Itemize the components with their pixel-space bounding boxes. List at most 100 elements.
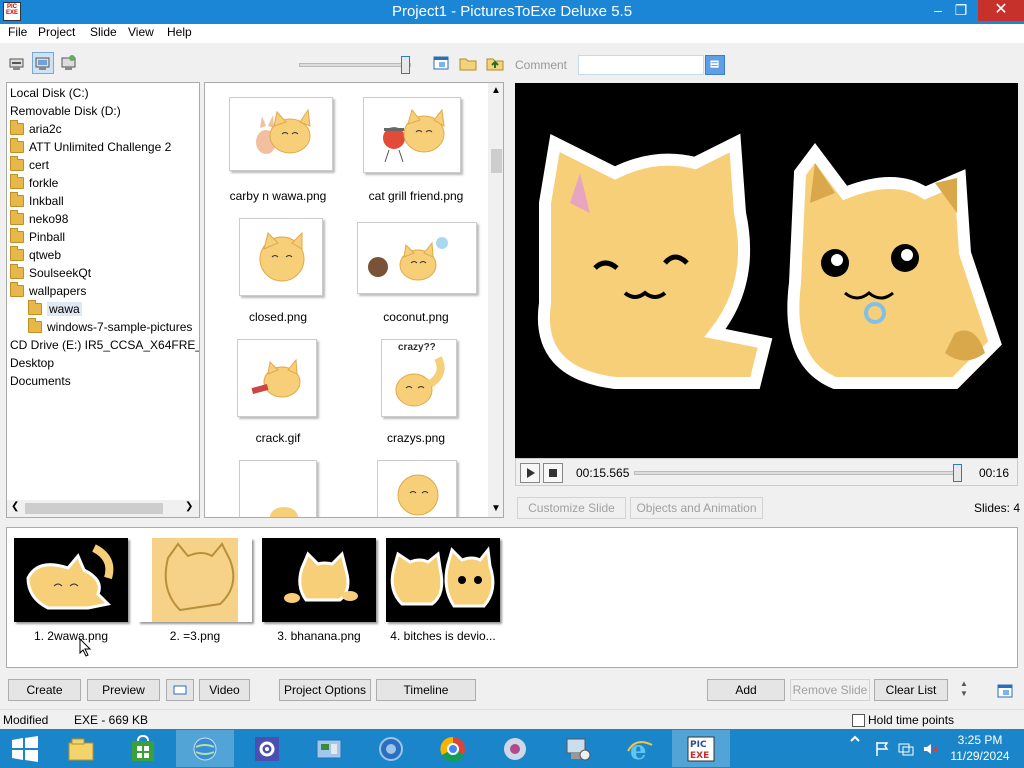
video-button[interactable]: Video [199, 679, 250, 701]
taskbar-control-panel[interactable] [300, 730, 358, 767]
thumbnail-grid[interactable]: carby n wawa.png cat grill friend.png cl… [204, 82, 504, 518]
view-details-icon[interactable] [58, 52, 80, 74]
tree-item-wawa[interactable]: wawa [28, 300, 82, 318]
tree-horizontal-scrollbar[interactable]: ❮ ❯ [7, 500, 199, 517]
play-button[interactable] [520, 463, 540, 483]
tree-item-pinball[interactable]: Pinball [10, 228, 65, 246]
project-options-button[interactable]: Project Options [279, 679, 371, 701]
view-thumbnails-icon[interactable] [32, 52, 54, 74]
volume-muted-icon[interactable] [922, 741, 938, 757]
menu-project[interactable]: Project [38, 25, 75, 39]
preview-button[interactable]: Preview [87, 679, 160, 701]
customize-slide-button[interactable]: Customize Slide [517, 497, 626, 519]
thumbnail-item[interactable]: coconut.png [351, 218, 481, 330]
menu-file[interactable]: File [8, 25, 27, 39]
tree-item-aria2c[interactable]: aria2c [10, 120, 62, 138]
scroll-right-icon[interactable]: ❯ [185, 501, 193, 512]
taskbar-settings[interactable] [238, 730, 296, 767]
taskbar-device-manager[interactable] [548, 730, 606, 767]
thumbnail-image-partial[interactable] [377, 460, 457, 517]
stop-button[interactable] [543, 463, 563, 483]
tree-item-cd-drive[interactable]: CD Drive (E:) IR5_CCSA_X64FRE_EN- [10, 336, 199, 354]
slide-item[interactable]: 4. bitches is devio... [386, 538, 500, 648]
tree-item-inkball[interactable]: Inkball [10, 192, 64, 210]
close-button[interactable]: ✕ [978, 0, 1024, 21]
tree-item-wallpapers[interactable]: wallpapers [10, 282, 86, 300]
zoom-slider-thumb[interactable] [401, 56, 410, 74]
timeline-button[interactable]: Timeline [376, 679, 476, 701]
scroll-up-icon[interactable]: ▲ [491, 85, 501, 96]
objects-animation-button[interactable]: Objects and Animation [630, 497, 763, 519]
tree-item-att[interactable]: ATT Unlimited Challenge 2 [10, 138, 171, 156]
open-folder-icon[interactable] [457, 52, 479, 74]
taskbar-file-explorer[interactable] [52, 730, 110, 767]
seek-thumb[interactable] [953, 464, 962, 482]
tree-item-qtweb[interactable]: qtweb [10, 246, 61, 264]
seek-track[interactable] [634, 471, 957, 475]
taskbar-picturestoexe[interactable]: PIC EXE [672, 730, 730, 767]
clock-time[interactable]: 3:25 PM [940, 733, 1020, 747]
flag-icon[interactable] [874, 741, 890, 757]
slide-list[interactable]: 1. 2wawa.png 2. =3.png 3. bhanana.png 4.… [6, 527, 1018, 668]
thumbnail-image-partial[interactable] [239, 460, 317, 517]
taskbar-store[interactable] [114, 730, 172, 767]
comment-input[interactable] [578, 55, 704, 75]
show-hidden-icons[interactable] [848, 731, 862, 747]
thumbnail-item[interactable]: closed.png [213, 218, 343, 330]
reorder-spinner[interactable]: ▲ ▼ [958, 679, 970, 701]
grid-vertical-scrollbar[interactable]: ▲ ▼ [488, 83, 503, 517]
view-list-icon[interactable] [6, 52, 28, 74]
mouse-cursor-icon [79, 638, 92, 657]
fullscreen-icon[interactable] [996, 682, 1014, 700]
folder-tree[interactable]: Local Disk (C:) Removable Disk (D:) aria… [6, 82, 200, 518]
maximize-button[interactable]: ❐ [948, 0, 974, 21]
comment-edit-button[interactable] [705, 55, 725, 75]
thumbnail-item[interactable]: cat grill friend.png [351, 97, 481, 209]
tree-item-windows-7-sample[interactable]: windows-7-sample-pictures [28, 318, 192, 336]
tree-item-documents[interactable]: Documents [10, 372, 71, 390]
slide-item[interactable]: 1. 2wawa.png [14, 538, 128, 648]
folder-icon [28, 318, 42, 333]
network-tray-icon[interactable] [898, 741, 914, 757]
app-icon[interactable]: PIC EXE [3, 2, 21, 21]
create-button[interactable]: Create [8, 679, 81, 701]
menu-help[interactable]: Help [167, 25, 192, 39]
slide-item[interactable]: 3. bhanana.png [262, 538, 376, 648]
zoom-slider-track[interactable] [299, 63, 411, 67]
tree-item-removable-disk[interactable]: Removable Disk (D:) [10, 102, 121, 120]
tree-item-label: neko98 [29, 212, 69, 226]
tree-item-cert[interactable]: cert [10, 156, 49, 174]
screen-icon-button[interactable] [166, 679, 194, 701]
taskbar-network[interactable] [176, 730, 234, 767]
clock-date[interactable]: 11/29/2024 [940, 749, 1020, 763]
tree-item-local-disk[interactable]: Local Disk (C:) [10, 84, 89, 102]
tree-item-soulseekqt[interactable]: SoulseekQt [10, 264, 91, 282]
clear-list-button[interactable]: Clear List [874, 679, 948, 701]
thumbnail-item[interactable]: carby n wawa.png [213, 97, 343, 209]
remove-slide-button[interactable]: Remove Slide [790, 679, 870, 701]
tree-item-forkle[interactable]: forkle [10, 174, 58, 192]
thumbnail-overlay-text: crazy?? [398, 342, 436, 353]
add-button[interactable]: Add [707, 679, 785, 701]
start-button[interactable] [0, 730, 50, 767]
scroll-thumb[interactable] [491, 149, 502, 173]
open-preview-icon[interactable] [430, 52, 452, 74]
thumbnail-item[interactable]: crack.gif [213, 339, 343, 451]
taskbar-chrome[interactable] [424, 730, 482, 767]
taskbar-media[interactable] [486, 730, 544, 767]
thumbnail-item[interactable]: crazy?? crazys.png [351, 339, 481, 451]
folder-up-icon[interactable] [484, 52, 506, 74]
menu-slide[interactable]: Slide [90, 25, 117, 39]
taskbar-orb[interactable] [362, 730, 420, 767]
tree-item-desktop[interactable]: Desktop [10, 354, 54, 372]
tree-item-neko98[interactable]: neko98 [10, 210, 68, 228]
taskbar-internet-explorer[interactable]: e [610, 730, 668, 767]
device-manager-icon [566, 738, 591, 761]
thumbnail-label: closed.png [248, 310, 308, 324]
menu-view[interactable]: View [128, 25, 154, 39]
scroll-left-icon[interactable]: ❮ [11, 501, 19, 512]
scroll-thumb[interactable] [25, 503, 163, 514]
hold-time-points-checkbox[interactable] [852, 714, 865, 727]
slide-item[interactable]: 2. =3.png [138, 538, 252, 648]
scroll-down-icon[interactable]: ▼ [491, 503, 501, 514]
